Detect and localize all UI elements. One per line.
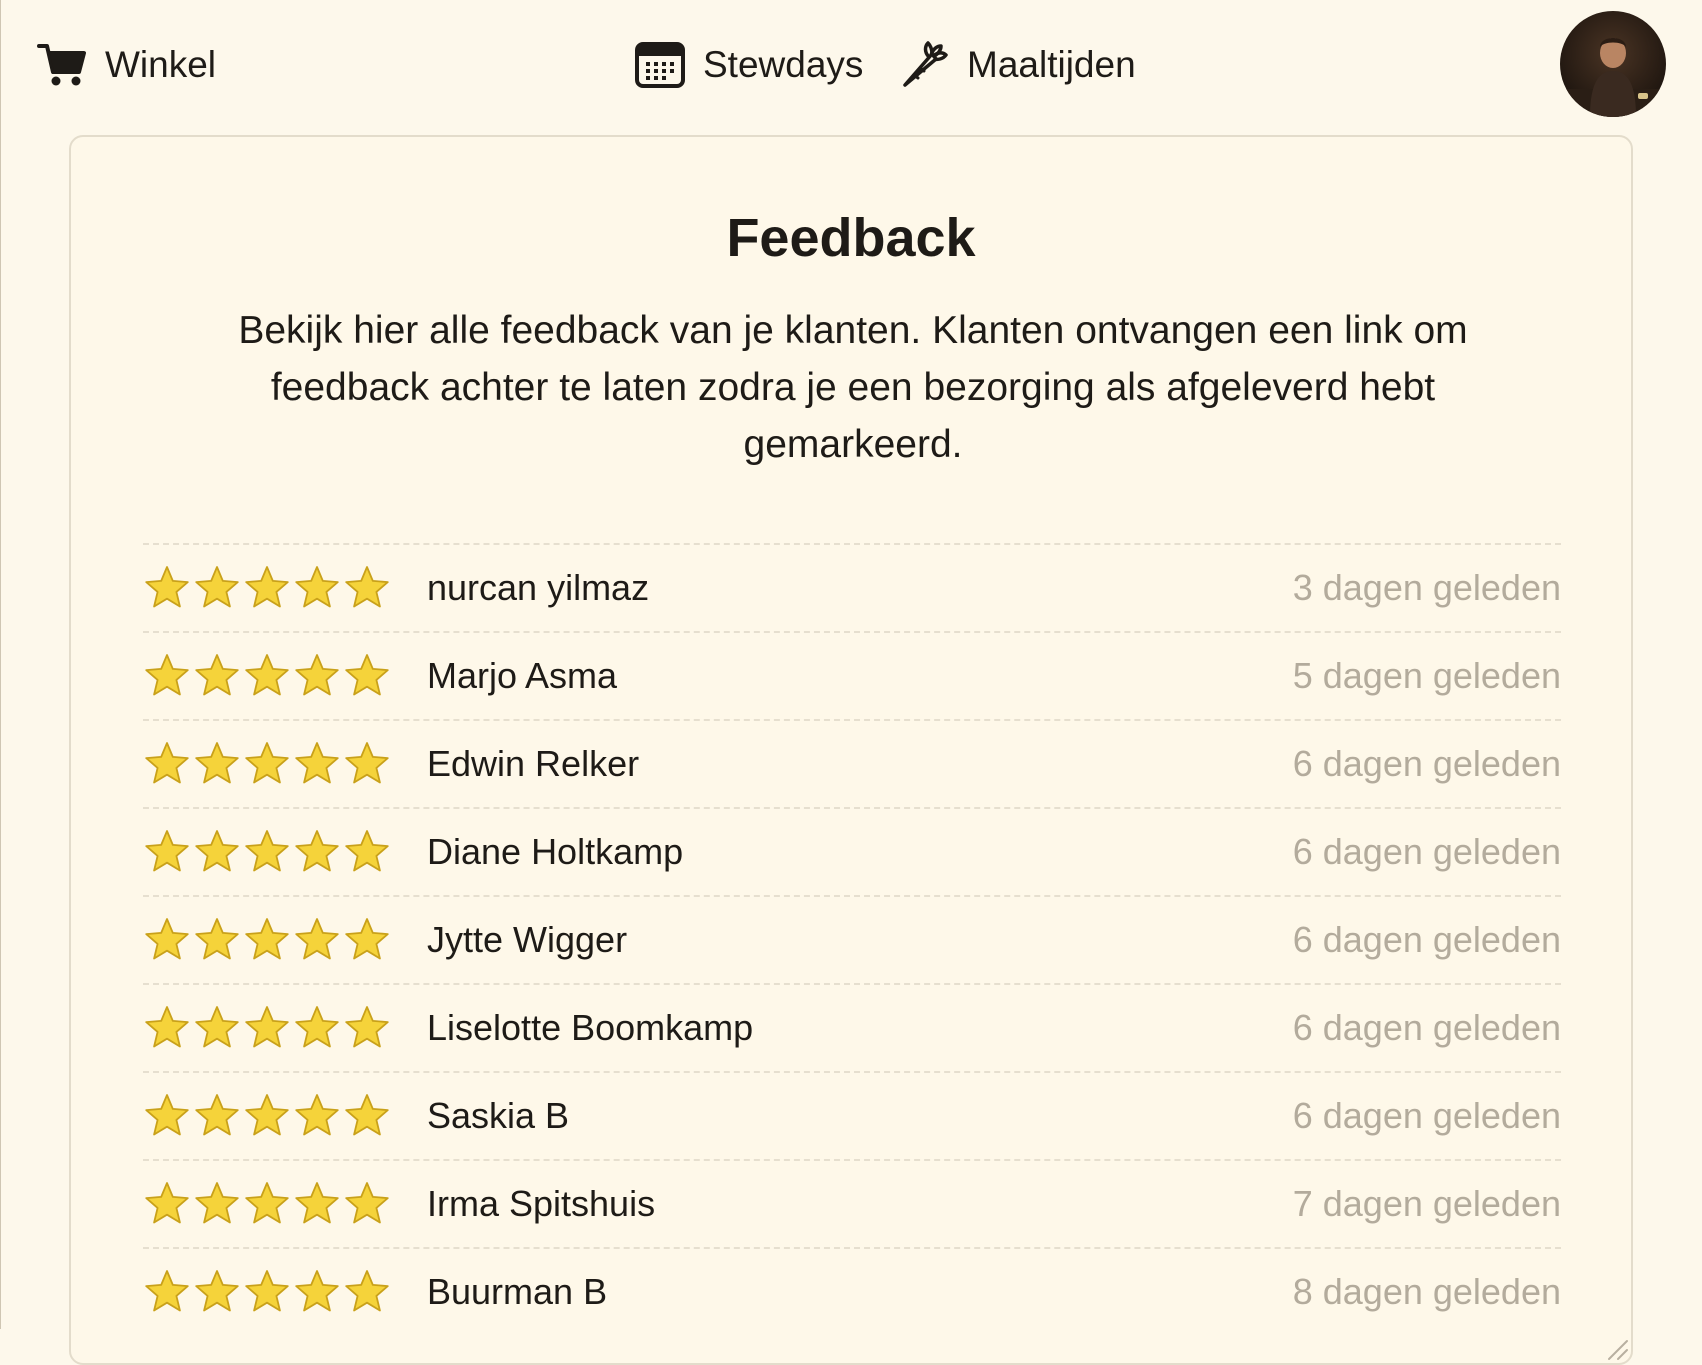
nav-winkel[interactable]: Winkel xyxy=(37,38,216,92)
star-rating xyxy=(143,828,393,876)
star-icon xyxy=(345,1270,389,1312)
star-icon xyxy=(295,742,339,784)
star-icon xyxy=(345,566,389,608)
feedback-row[interactable]: Saskia B 6 dagen geleden xyxy=(143,1071,1561,1159)
star-icon xyxy=(345,742,389,784)
page-description: Bekijk hier alle feedback van je klanten… xyxy=(238,309,1468,466)
star-icon xyxy=(145,566,189,608)
star-icon xyxy=(345,1006,389,1048)
star-icon xyxy=(345,654,389,696)
star-icon xyxy=(195,830,239,872)
star-rating xyxy=(143,652,393,700)
star-icon xyxy=(345,1094,389,1136)
star-icon xyxy=(245,1270,289,1312)
customer-name: nurcan yilmaz xyxy=(427,567,650,608)
feedback-row[interactable]: Buurman B 8 dagen geleden xyxy=(143,1247,1561,1335)
star-icon xyxy=(295,1006,339,1048)
customer-name: Edwin Relker xyxy=(427,743,640,784)
feedback-timestamp: 6 dagen geleden xyxy=(1292,919,1561,960)
feedback-row[interactable]: Irma Spitshuis 7 dagen geleden xyxy=(143,1159,1561,1247)
star-icon xyxy=(195,918,239,960)
nav-maaltijden[interactable]: Maaltijden xyxy=(899,38,1136,92)
feedback-row[interactable]: Diane Holtkamp 6 dagen geleden xyxy=(143,807,1561,895)
customer-name: Irma Spitshuis xyxy=(427,1183,656,1224)
star-icon xyxy=(345,830,389,872)
star-icon xyxy=(295,1094,339,1136)
star-icon xyxy=(295,566,339,608)
top-navigation: Winkel Stewdays Maaltijden xyxy=(1,0,1702,130)
star-rating xyxy=(143,1268,393,1316)
feedback-row[interactable]: Edwin Relker 6 dagen geleden xyxy=(143,719,1561,807)
star-icon xyxy=(245,1182,289,1224)
feedback-row[interactable]: Jytte Wigger 6 dagen geleden xyxy=(143,895,1561,983)
nav-stewdays[interactable]: Stewdays xyxy=(635,38,863,92)
nav-maaltijden-label: Maaltijden xyxy=(967,44,1136,85)
star-icon xyxy=(245,566,289,608)
star-icon xyxy=(145,830,189,872)
star-icon xyxy=(245,654,289,696)
star-icon xyxy=(145,654,189,696)
star-rating xyxy=(143,1004,393,1052)
feedback-row[interactable]: nurcan yilmaz 3 dagen geleden xyxy=(143,543,1561,631)
star-icon xyxy=(195,1006,239,1048)
star-rating xyxy=(143,564,393,612)
star-icon xyxy=(195,1270,239,1312)
nav-winkel-label: Winkel xyxy=(105,44,217,85)
star-icon xyxy=(145,1006,189,1048)
page-title: Feedback xyxy=(726,208,976,268)
star-icon xyxy=(145,742,189,784)
feedback-list: nurcan yilmaz 3 dagen geleden Marjo Asma 5 … xyxy=(143,543,1561,1335)
customer-name: Liselotte Boomkamp xyxy=(427,1007,754,1048)
star-icon xyxy=(145,918,189,960)
star-icon xyxy=(245,1006,289,1048)
nav-stewdays-label: Stewdays xyxy=(703,44,864,85)
star-rating xyxy=(143,916,393,964)
star-icon xyxy=(145,1270,189,1312)
feedback-timestamp: 7 dagen geleden xyxy=(1292,1183,1561,1224)
star-icon xyxy=(295,1270,339,1312)
star-rating xyxy=(143,1092,393,1140)
cart-icon xyxy=(37,42,87,88)
customer-name: Marjo Asma xyxy=(427,655,618,696)
customer-name: Diane Holtkamp xyxy=(427,831,684,872)
avatar[interactable] xyxy=(1560,11,1666,117)
star-icon xyxy=(245,918,289,960)
feedback-row[interactable]: Marjo Asma 5 dagen geleden xyxy=(143,631,1561,719)
feedback-card: Feedback Bekijk hier alle feedback van j… xyxy=(69,135,1633,1365)
feedback-timestamp: 6 dagen geleden xyxy=(1292,743,1561,784)
star-icon xyxy=(245,830,289,872)
calendar-icon xyxy=(635,42,685,88)
carrot-icon xyxy=(899,40,949,90)
star-rating xyxy=(143,740,393,788)
star-icon xyxy=(145,1094,189,1136)
star-icon xyxy=(245,1094,289,1136)
feedback-row[interactable]: Liselotte Boomkamp 6 dagen geleden xyxy=(143,983,1561,1071)
feedback-timestamp: 6 dagen geleden xyxy=(1292,831,1561,872)
feedback-timestamp: 6 dagen geleden xyxy=(1292,1095,1561,1136)
star-icon xyxy=(345,1182,389,1224)
star-icon xyxy=(345,918,389,960)
star-icon xyxy=(295,918,339,960)
resize-grip-icon xyxy=(1608,1340,1628,1360)
feedback-timestamp: 6 dagen geleden xyxy=(1292,1007,1561,1048)
star-icon xyxy=(295,1182,339,1224)
customer-name: Jytte Wigger xyxy=(427,919,628,960)
star-icon xyxy=(195,1182,239,1224)
feedback-timestamp: 5 dagen geleden xyxy=(1292,655,1561,696)
star-rating xyxy=(143,1180,393,1228)
customer-name: Saskia B xyxy=(427,1095,570,1136)
star-icon xyxy=(145,1182,189,1224)
star-icon xyxy=(195,654,239,696)
star-icon xyxy=(295,654,339,696)
star-icon xyxy=(245,742,289,784)
star-icon xyxy=(195,1094,239,1136)
star-icon xyxy=(195,566,239,608)
customer-name: Buurman B xyxy=(427,1271,608,1312)
star-icon xyxy=(195,742,239,784)
star-icon xyxy=(295,830,339,872)
feedback-timestamp: 8 dagen geleden xyxy=(1292,1271,1561,1312)
feedback-timestamp: 3 dagen geleden xyxy=(1292,567,1561,608)
